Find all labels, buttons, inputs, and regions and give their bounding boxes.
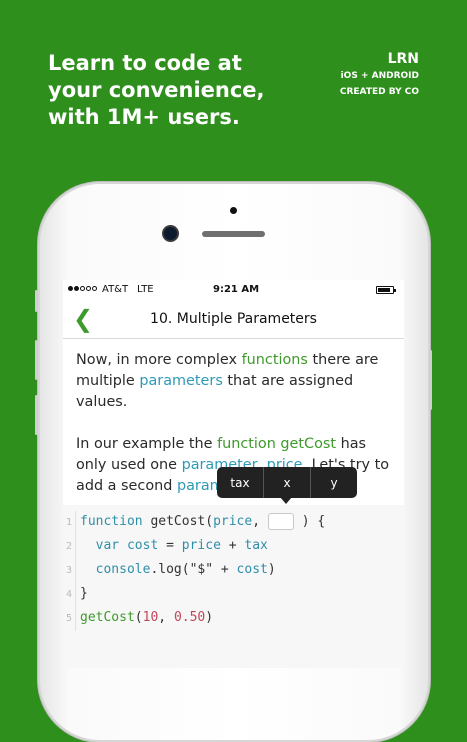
signal-dot [86, 286, 91, 291]
volume-down-button [35, 395, 38, 435]
line-number: 5 [63, 607, 76, 631]
lesson-title: 10. Multiple Parameters [150, 311, 317, 327]
platforms-label: iOS + ANDROID [340, 71, 419, 81]
carrier-label: AT&T [102, 284, 129, 295]
battery-level [378, 288, 390, 292]
code-token: ) [267, 562, 276, 577]
code-token: 0.50 [173, 610, 206, 625]
highlighted-term[interactable]: functions [242, 352, 308, 368]
code-token: tax [244, 538, 268, 553]
line-number: 2 [63, 535, 76, 559]
popover-option-x[interactable]: x [264, 467, 311, 498]
lesson-text-segment: In our example the [76, 436, 218, 452]
code-token: ( [134, 610, 143, 625]
power-button [429, 350, 432, 410]
code-token: + [228, 538, 245, 553]
highlighted-term[interactable]: parameters [139, 373, 222, 389]
code-line: 3 console.log("$" + cost) [63, 558, 276, 583]
signal-dot [92, 286, 97, 291]
code-token: cost [236, 562, 268, 577]
code-line: 4} [63, 582, 88, 607]
code-token: function [80, 514, 151, 529]
code-token: price [213, 514, 253, 529]
code-line: 1 function getCost(price, ) { [63, 510, 326, 535]
proximity-sensor [230, 207, 237, 214]
code-token: ) { [293, 514, 326, 529]
signal-dot [74, 286, 79, 291]
line-number: 4 [63, 583, 76, 607]
code-token: .log("$" + [150, 562, 237, 577]
code-token: ) [205, 610, 214, 625]
brand-name: LRN [387, 51, 419, 67]
network-label: LTE [137, 284, 154, 295]
popover-option-y[interactable]: y [311, 467, 357, 498]
highlighted-term[interactable]: function getCost [217, 436, 336, 452]
line-number: 1 [63, 511, 76, 535]
credit-label: CREATED BY CO [339, 87, 419, 97]
popover-arrow [280, 497, 292, 504]
code-token: getCost( [150, 514, 214, 529]
line-number: 3 [63, 559, 76, 583]
lesson-text-segment: Now, in more complex [76, 352, 242, 368]
earpiece-speaker [202, 231, 265, 237]
code-token: 10 [142, 610, 159, 625]
nav-bar: ❮ 10. Multiple Parameters [63, 302, 404, 339]
signal-dot [68, 286, 73, 291]
brand-block: LRN iOS + ANDROID CREATED BY CO [340, 50, 419, 100]
code-token: console [80, 562, 151, 577]
code-token: } [80, 586, 88, 601]
silent-switch [35, 290, 38, 312]
lesson-paragraph-1: Now, in more complex functions there are… [76, 350, 394, 413]
code-token: , [252, 514, 268, 529]
code-token: , [158, 610, 174, 625]
code-token: = [166, 538, 182, 553]
promo-headline: Learn to code at your convenience, with … [48, 50, 265, 131]
code-token: getCost [80, 610, 135, 625]
parameter-popover: tax x y [217, 467, 357, 498]
volume-up-button [35, 340, 38, 380]
clock: 9:21 AM [213, 284, 260, 295]
code-line: 5 getCost(10, 0.50) [63, 606, 214, 631]
signal-strength-icon [68, 286, 98, 297]
headline-line-1: Learn to code at [48, 51, 242, 75]
code-line: 2 var cost = price + tax [63, 534, 268, 559]
battery-icon [376, 286, 396, 294]
code-token: price [181, 538, 229, 553]
parameter-blank-input[interactable] [267, 513, 294, 530]
signal-dot [80, 286, 85, 291]
code-editor[interactable]: 1 function getCost(price, ) {2 var cost =… [63, 505, 404, 668]
front-camera [164, 227, 177, 240]
headline-line-3: with 1M+ users. [48, 105, 240, 129]
code-token: cost [126, 538, 167, 553]
code-token: var [80, 538, 127, 553]
popover-option-tax[interactable]: tax [217, 467, 264, 498]
status-bar: AT&T LTE 9:21 AM [63, 280, 404, 302]
headline-line-2: your convenience, [48, 78, 265, 102]
